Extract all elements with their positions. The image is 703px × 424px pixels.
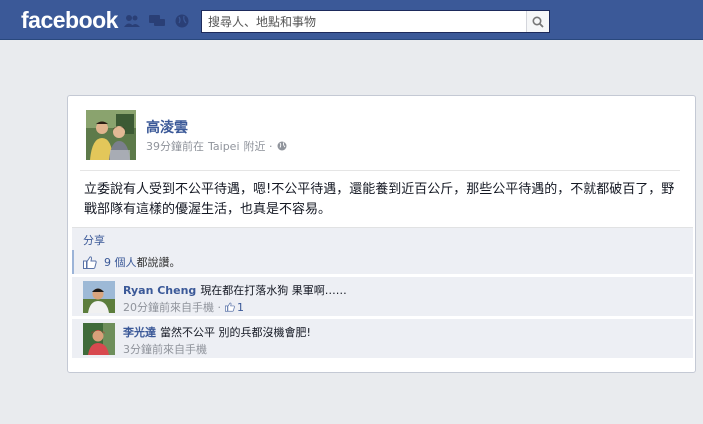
search-input[interactable]	[202, 11, 522, 32]
commenter-name[interactable]: Ryan Cheng	[123, 284, 196, 297]
search-icon	[532, 15, 544, 28]
search-button[interactable]	[526, 11, 549, 32]
comment-text: 現在都在打落水狗 果軍啊……	[200, 284, 347, 297]
friends-icon[interactable]	[124, 14, 140, 28]
comment-like-count[interactable]: 1	[225, 301, 244, 314]
search-box	[201, 10, 550, 33]
comment-like-number: 1	[237, 300, 244, 314]
likes-summary: 9 個人 都說讚。	[72, 250, 693, 274]
comment-line: Ryan Cheng 現在都在打落水狗 果軍啊……	[123, 282, 347, 298]
commenter-name[interactable]: 李光達	[123, 326, 156, 339]
commenter-avatar[interactable]	[83, 323, 115, 355]
like-thumb-icon	[225, 302, 235, 312]
post-location[interactable]: Taipei	[208, 140, 240, 153]
comment-line: 李光達 當然不公平 別的兵都沒機會肥!	[123, 324, 311, 340]
post-author-name[interactable]: 高淩雲	[146, 117, 188, 137]
comment-time[interactable]: 20分鐘前來自手機 ·	[123, 299, 221, 315]
comment-meta: 20分鐘前來自手機 · 1	[123, 299, 244, 315]
post-meta: 39分鐘前在 Taipei 附近 ·	[146, 138, 287, 154]
commenter-avatar[interactable]	[83, 281, 115, 313]
author-avatar[interactable]	[86, 110, 136, 160]
comment-time[interactable]: 3分鐘前來自手機	[123, 341, 207, 357]
comment-text: 當然不公平 別的兵都沒機會肥!	[160, 326, 311, 339]
notifications-globe-icon[interactable]	[174, 14, 190, 28]
comment-item: 李光達 當然不公平 別的兵都沒機會肥! 3分鐘前來自手機	[72, 318, 693, 358]
privacy-globe-icon[interactable]	[277, 141, 287, 151]
facebook-logo[interactable]: facebook	[21, 7, 118, 34]
share-link[interactable]: 分享	[83, 232, 105, 248]
messages-icon[interactable]	[149, 14, 165, 28]
top-navigation-bar: facebook	[0, 0, 703, 40]
header-divider	[80, 170, 680, 171]
post-actions-bar: 分享	[72, 227, 693, 250]
likes-suffix-text: 都說讚。	[136, 256, 181, 269]
post-body-text: 立委說有人受到不公平待遇，嗯!不公平待遇，還能養到近百公斤，那些公平待遇的，不就…	[84, 182, 675, 217]
comment-meta: 3分鐘前來自手機	[123, 341, 207, 357]
like-thumb-icon	[83, 255, 97, 269]
post-card: 高淩雲 39分鐘前在 Taipei 附近 · 立委說有人受到不公平待遇，嗯!不公…	[67, 95, 696, 373]
comment-item: Ryan Cheng 現在都在打落水狗 果軍啊…… 20分鐘前來自手機 · 1	[72, 276, 693, 316]
post-time[interactable]: 39分鐘前在	[146, 138, 204, 154]
post-location-suffix: 附近 ·	[243, 140, 273, 153]
likes-count-link[interactable]: 9 個人	[104, 254, 137, 270]
jewel-icons	[124, 14, 190, 28]
